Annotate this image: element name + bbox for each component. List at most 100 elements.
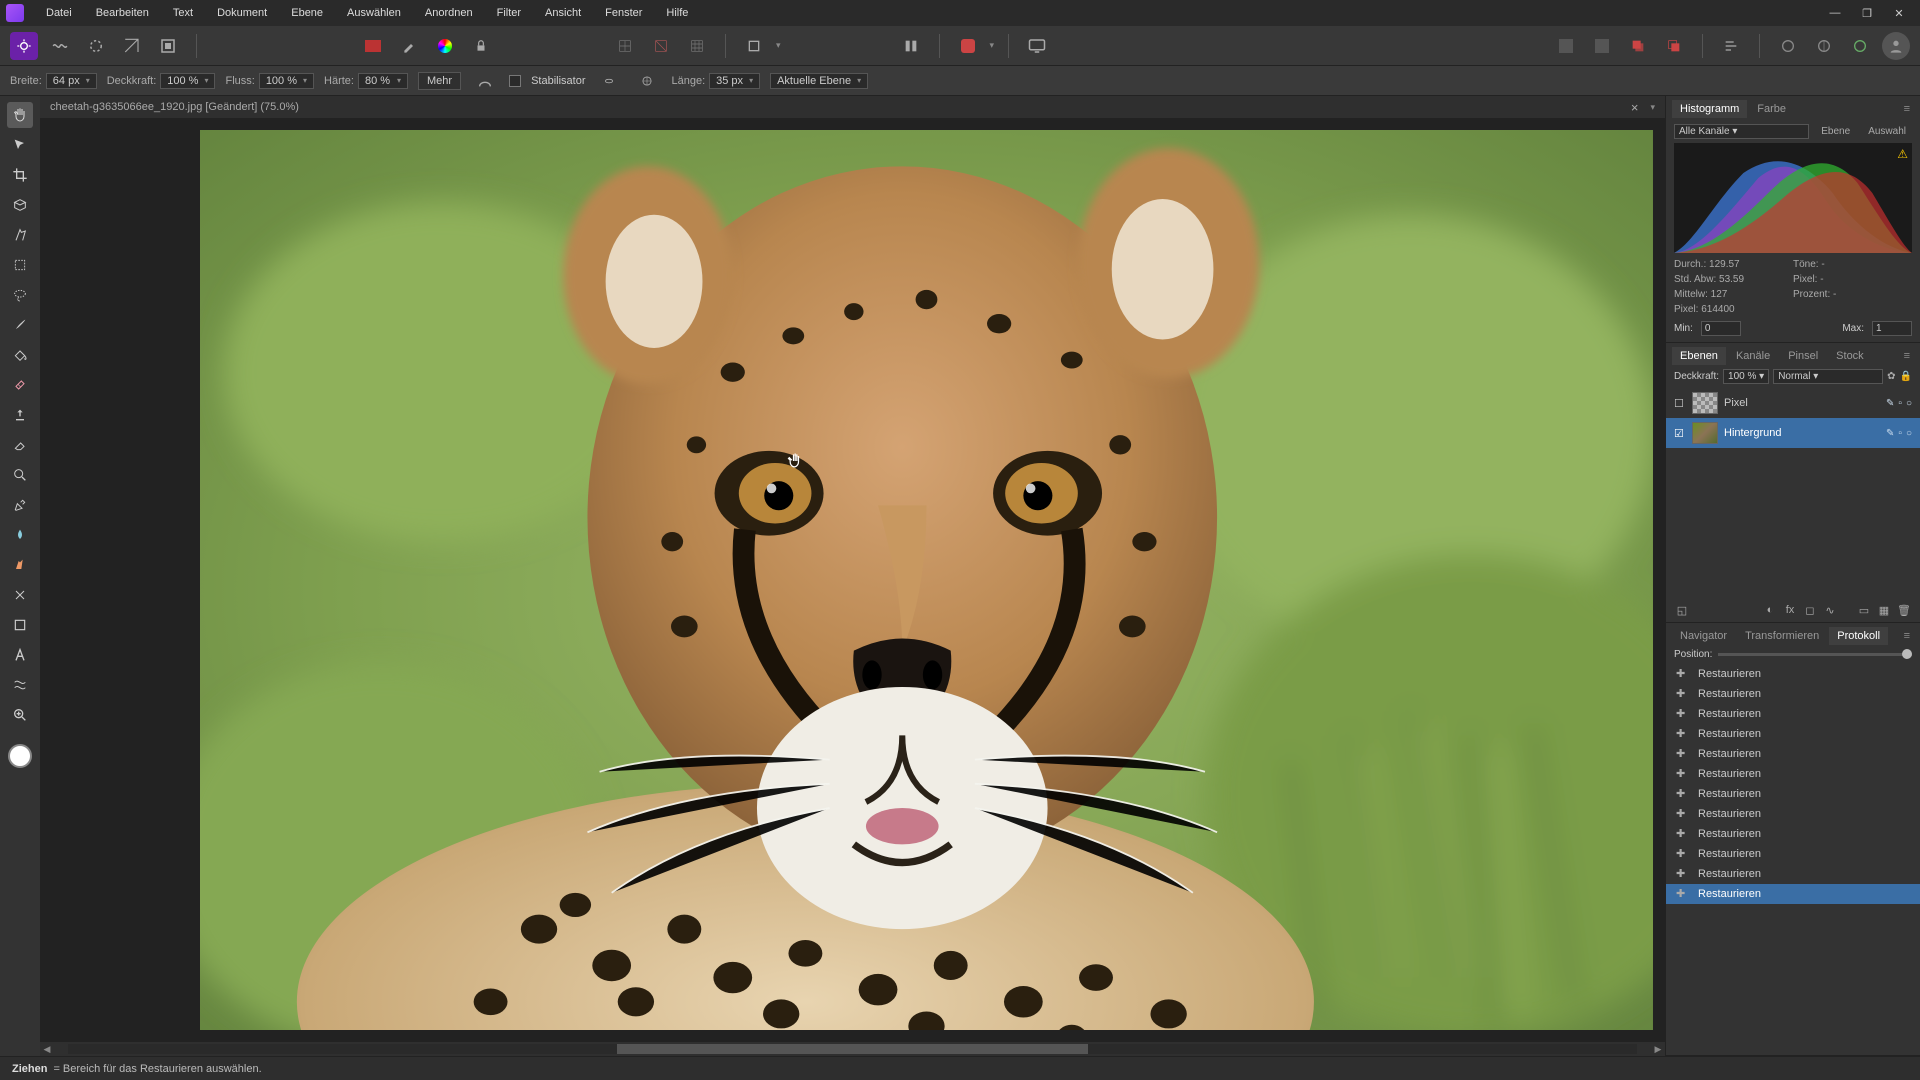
- histogram-scope-layer[interactable]: Ebene: [1815, 126, 1856, 137]
- dodge-tool-icon[interactable]: [7, 462, 33, 488]
- width-input[interactable]: 64 px: [46, 73, 97, 89]
- lasso-tool-icon[interactable]: [7, 222, 33, 248]
- pressure-icon[interactable]: [471, 67, 499, 95]
- maximize-button[interactable]: ❐: [1852, 3, 1882, 23]
- columns-icon[interactable]: [897, 32, 925, 60]
- menu-anordnen[interactable]: Anordnen: [415, 3, 483, 23]
- menu-filter[interactable]: Filter: [487, 3, 531, 23]
- tab-channels[interactable]: Kanäle: [1728, 347, 1778, 365]
- history-item[interactable]: ✚Restaurieren: [1666, 844, 1920, 864]
- live-filter-icon[interactable]: ∿: [1822, 602, 1838, 618]
- min-input[interactable]: [1701, 321, 1741, 336]
- document-tab[interactable]: cheetah-g3635066ee_1920.jpg [Geändert] (…: [40, 96, 1665, 118]
- foreground-color-swatch[interactable]: [8, 744, 32, 768]
- develop-persona-icon[interactable]: [82, 32, 110, 60]
- history-item[interactable]: ✚Restaurieren: [1666, 864, 1920, 884]
- blend-mode-select[interactable]: Normal ▾: [1773, 369, 1883, 384]
- menu-dokument[interactable]: Dokument: [207, 3, 277, 23]
- horizontal-scrollbar[interactable]: ◀▶: [40, 1042, 1665, 1056]
- more-button[interactable]: Mehr: [418, 72, 461, 90]
- tab-stock[interactable]: Stock: [1828, 347, 1872, 365]
- align-icon[interactable]: [1717, 32, 1745, 60]
- zoom-tool-icon[interactable]: [7, 702, 33, 728]
- hand-tool-icon[interactable]: [7, 102, 33, 128]
- link-icon[interactable]: ○: [1906, 398, 1912, 409]
- link-icon[interactable]: ○: [1906, 428, 1912, 439]
- lock-icon[interactable]: ▫: [1898, 398, 1902, 409]
- tab-navigator[interactable]: Navigator: [1672, 627, 1735, 645]
- sync1-icon[interactable]: [1774, 32, 1802, 60]
- close-tab-icon[interactable]: ×: [1627, 100, 1643, 115]
- marquee-tool-icon[interactable]: [7, 252, 33, 278]
- max-input[interactable]: [1872, 321, 1912, 336]
- pen-tool-icon[interactable]: [7, 492, 33, 518]
- adjustment-icon[interactable]: ◐: [1762, 602, 1778, 618]
- hardness-input[interactable]: 80 %: [358, 73, 408, 89]
- tab-protocol[interactable]: Protokoll: [1829, 627, 1888, 645]
- history-item[interactable]: ✚Restaurieren: [1666, 684, 1920, 704]
- add-layer-icon[interactable]: ▦: [1876, 602, 1892, 618]
- menu-fenster[interactable]: Fenster: [595, 3, 652, 23]
- color-wheel-icon[interactable]: [431, 32, 459, 60]
- heal-tool-icon[interactable]: [7, 372, 33, 398]
- export-persona-icon[interactable]: [154, 32, 182, 60]
- snap-icon[interactable]: [954, 32, 982, 60]
- monitor-icon[interactable]: [1023, 32, 1051, 60]
- copy-red-icon[interactable]: [1624, 32, 1652, 60]
- flood-tool-icon[interactable]: [7, 282, 33, 308]
- histogram-scope-selection[interactable]: Auswahl: [1862, 126, 1912, 137]
- visibility-icon[interactable]: ☐: [1674, 397, 1686, 409]
- swatch-red-icon[interactable]: [359, 32, 387, 60]
- delete-layer-icon[interactable]: 🗑: [1896, 602, 1912, 618]
- tab-transform[interactable]: Transformieren: [1737, 627, 1827, 645]
- text-tool-icon[interactable]: [7, 642, 33, 668]
- move-tool-icon[interactable]: [7, 132, 33, 158]
- sponge-tool-icon[interactable]: [7, 552, 33, 578]
- clone-tool-icon[interactable]: [7, 402, 33, 428]
- length-input[interactable]: 35 px: [709, 73, 760, 89]
- history-item[interactable]: ✚Restaurieren: [1666, 744, 1920, 764]
- fill-tool-icon[interactable]: [7, 342, 33, 368]
- lock-icon[interactable]: [467, 32, 495, 60]
- menu-hilfe[interactable]: Hilfe: [656, 3, 698, 23]
- tab-histogram[interactable]: Histogramm: [1672, 100, 1747, 118]
- photo-persona-icon[interactable]: [10, 32, 38, 60]
- visibility-icon[interactable]: ☑: [1674, 427, 1686, 439]
- tone-map-persona-icon[interactable]: [118, 32, 146, 60]
- menu-ebene[interactable]: Ebene: [281, 3, 333, 23]
- liquify-persona-icon[interactable]: [46, 32, 74, 60]
- menu-ansicht[interactable]: Ansicht: [535, 3, 591, 23]
- mask-icon[interactable]: ◻: [1802, 602, 1818, 618]
- opacity-input[interactable]: 100 %: [160, 73, 215, 89]
- history-item[interactable]: ✚Restaurieren: [1666, 804, 1920, 824]
- layer-gear-icon[interactable]: ✿: [1887, 371, 1895, 382]
- stabilizer-checkbox[interactable]: [509, 75, 521, 87]
- menu-bearbeiten[interactable]: Bearbeiten: [86, 3, 159, 23]
- rope-mode-icon[interactable]: [595, 67, 623, 95]
- history-item[interactable]: ✚Restaurieren: [1666, 704, 1920, 724]
- history-item[interactable]: ✚Restaurieren: [1666, 764, 1920, 784]
- grid-full-icon[interactable]: [683, 32, 711, 60]
- group-icon[interactable]: ▭: [1856, 602, 1872, 618]
- menu-auswählen[interactable]: Auswählen: [337, 3, 411, 23]
- sync2-icon[interactable]: [1810, 32, 1838, 60]
- close-button[interactable]: ✕: [1884, 3, 1914, 23]
- grid-off-icon[interactable]: [647, 32, 675, 60]
- copy-red2-icon[interactable]: [1660, 32, 1688, 60]
- mesh-tool-icon[interactable]: [7, 672, 33, 698]
- tab-brushes[interactable]: Pinsel: [1780, 347, 1826, 365]
- menu-datei[interactable]: Datei: [36, 3, 82, 23]
- edit-icon[interactable]: ✎: [1886, 428, 1894, 439]
- selection-tool-icon[interactable]: [7, 192, 33, 218]
- history-item[interactable]: ✚Restaurieren: [1666, 664, 1920, 684]
- minimize-button[interactable]: —: [1820, 3, 1850, 23]
- history-slider[interactable]: [1718, 653, 1912, 656]
- layer-lock-icon[interactable]: 🔒: [1900, 371, 1912, 382]
- eraser-tool-icon[interactable]: [7, 432, 33, 458]
- account-avatar-icon[interactable]: [1882, 32, 1910, 60]
- brush-tool-icon[interactable]: [7, 312, 33, 338]
- clip-icon[interactable]: [740, 32, 768, 60]
- lock-icon[interactable]: ▫: [1898, 428, 1902, 439]
- layer-row[interactable]: ☐Pixel✎▫○: [1666, 388, 1920, 418]
- smudge-tool-icon[interactable]: [7, 522, 33, 548]
